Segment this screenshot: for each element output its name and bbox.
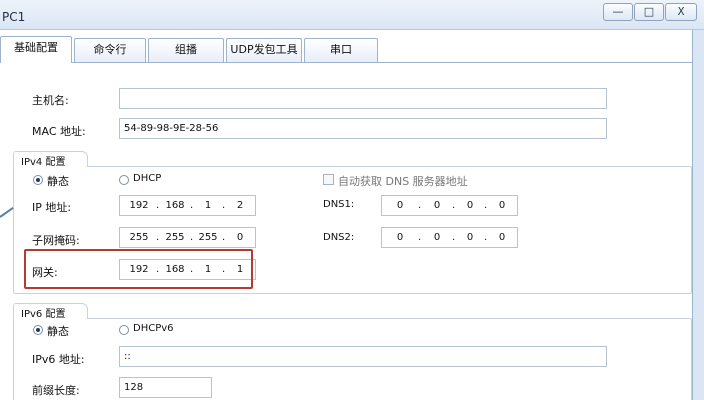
dns2-input[interactable]: 0 . 0 . 0 . 0 [381, 227, 518, 248]
ip-octet-4: 2 [236, 200, 244, 211]
ip-address-label: IP 地址: [32, 201, 72, 214]
ipv6-address-label: IPv6 地址: [32, 353, 85, 366]
prefix-length-input[interactable]: 128 [119, 377, 212, 398]
ipv6-static-label: 静态 [47, 325, 69, 338]
dns1-octet-1: 0 [396, 200, 404, 211]
window-frame-right [692, 30, 704, 400]
mac-label: MAC 地址: [32, 125, 86, 138]
tab-serial-port[interactable]: 串口 [304, 38, 378, 62]
tab-divider [0, 62, 692, 63]
dns2-octet-4: 0 [498, 232, 506, 243]
mask-octet-3: 255 [198, 232, 218, 243]
ipv4-group-title: IPv4 配置 [18, 153, 69, 168]
ip-dot: . [484, 200, 488, 211]
subnet-mask-label: 子网掩码: [32, 234, 80, 247]
ip-dot: . [190, 232, 194, 243]
ipv4-dhcp-radio[interactable] [119, 175, 129, 185]
dns2-label: DNS2: [323, 232, 355, 243]
dns1-octet-3: 0 [466, 200, 474, 211]
minimize-button[interactable]: — [603, 3, 633, 21]
dns2-octet-2: 0 [433, 232, 441, 243]
ipv6-dhcpv6-radio[interactable] [119, 325, 129, 335]
ip-dot: . [418, 232, 422, 243]
ip-dot: . [452, 200, 456, 211]
dns2-octet-1: 0 [396, 232, 404, 243]
mac-address-field[interactable]: 54-89-98-9E-28-56 [119, 118, 607, 139]
auto-dns-checkbox[interactable] [323, 174, 334, 185]
tab-multicast[interactable]: 组播 [148, 38, 224, 62]
ip-dot: . [222, 200, 226, 211]
ip-address-input[interactable]: 192 . 168 . 1 . 2 [119, 195, 256, 216]
ip-dot: . [418, 200, 422, 211]
ip-dot: . [452, 232, 456, 243]
subnet-mask-input[interactable]: 255 . 255 . 255 . 0 [119, 227, 256, 248]
dns1-label: DNS1: [323, 199, 355, 210]
ip-dot: . [156, 232, 160, 243]
ipv6-static-radio[interactable] [33, 325, 43, 335]
ipv4-dhcp-label: DHCP [133, 173, 162, 184]
ipv6-dhcpv6-label: DHCPv6 [133, 323, 174, 334]
dns1-input[interactable]: 0 . 0 . 0 . 0 [381, 195, 518, 216]
mask-octet-1: 255 [129, 232, 149, 243]
auto-dns-label: 自动获取 DNS 服务器地址 [338, 175, 468, 188]
ip-dot: . [484, 232, 488, 243]
hostname-input[interactable] [119, 88, 607, 109]
title-bar: PC1 — □ X [0, 0, 704, 30]
ipv4-static-label: 静态 [47, 175, 69, 188]
window-title: PC1 [2, 10, 26, 24]
dns1-octet-2: 0 [433, 200, 441, 211]
ipv6-group-title: IPv6 配置 [18, 305, 69, 320]
ip-octet-3: 1 [204, 200, 212, 211]
dns2-octet-3: 0 [466, 232, 474, 243]
close-button[interactable]: X [665, 3, 697, 21]
dns1-octet-4: 0 [498, 200, 506, 211]
ip-octet-2: 168 [165, 200, 185, 211]
gateway-highlight-box [24, 249, 253, 289]
hostname-label: 主机名: [32, 94, 69, 107]
ip-octet-1: 192 [129, 200, 149, 211]
tab-udp-tool[interactable]: UDP发包工具 [226, 38, 302, 62]
ipv6-address-input[interactable]: :: [119, 346, 607, 367]
annotation-arrow [0, 207, 14, 218]
prefix-length-label: 前缀长度: [32, 384, 80, 397]
maximize-button[interactable]: □ [634, 3, 664, 21]
ip-dot: . [190, 200, 194, 211]
mask-octet-4: 0 [236, 232, 244, 243]
tab-basic-config[interactable]: 基础配置 [0, 36, 72, 63]
mask-octet-2: 255 [165, 232, 185, 243]
tab-command-line[interactable]: 命令行 [74, 38, 146, 62]
ip-dot: . [156, 200, 160, 211]
ip-dot: . [222, 232, 226, 243]
ipv4-static-radio[interactable] [33, 175, 43, 185]
